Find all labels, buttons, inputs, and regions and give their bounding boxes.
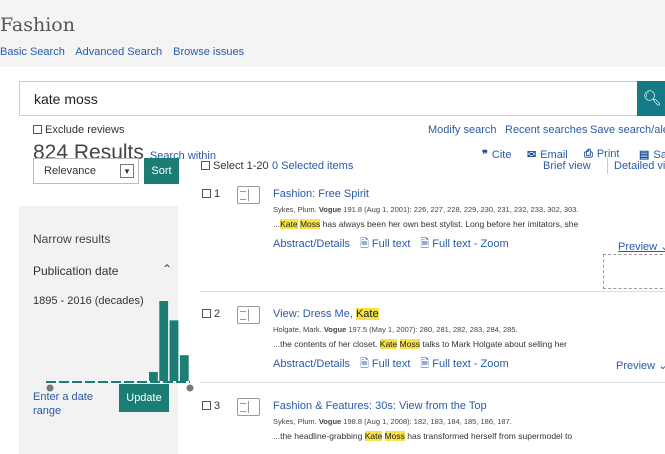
search-box[interactable]: kate moss 🔍︎ <box>19 81 665 116</box>
full-text-zoom-link[interactable]: Full text - Zoom <box>432 238 508 250</box>
result-number: 2 <box>202 308 220 320</box>
full-text-link[interactable]: Full text <box>372 238 411 250</box>
result-links: Abstract/Details 🗎︎ Full text 🗎︎ Full text -… <box>273 235 509 254</box>
preview-button[interactable]: Preview ⌄ <box>616 359 665 372</box>
result-snippet: ...the contents of her closet. Kate Moss… <box>273 339 567 349</box>
preview-button[interactable]: Preview ⌄ <box>618 240 665 253</box>
enter-date-range-link[interactable]: Enter a date range <box>33 390 103 418</box>
abstract-details-link[interactable]: Abstract/Details <box>273 238 350 250</box>
cite-label: Cite <box>491 149 512 161</box>
chevron-down-icon: ⌄ <box>660 241 665 253</box>
result-divider <box>200 291 665 292</box>
nav-browse-issues[interactable]: Browse issues <box>173 46 244 58</box>
date-histogram[interactable] <box>44 300 194 395</box>
search-icon: 🔍︎ <box>642 90 662 107</box>
envelope-icon: ✉ <box>527 149 537 161</box>
nav-basic-search[interactable]: Basic Search <box>0 46 65 58</box>
result-citation: Sykes, Plum. Vogue 191.8 (Aug 1, 2001): … <box>273 205 579 214</box>
abstract-details-link[interactable]: Abstract/Details <box>273 358 350 370</box>
histogram-bar <box>169 320 179 381</box>
sort-button[interactable]: Sort <box>144 158 179 184</box>
range-handle-end[interactable] <box>186 384 194 392</box>
modify-search-link[interactable]: Modify search <box>428 124 496 136</box>
result-checkbox[interactable] <box>202 189 211 198</box>
histogram-bar <box>179 355 189 381</box>
result-title[interactable]: Fashion: Free Spirit <box>273 188 369 200</box>
result-divider <box>200 382 665 383</box>
document-icon <box>237 306 260 324</box>
full-text-icon: 🗎︎ <box>360 358 369 370</box>
result-title[interactable]: View: Dress Me, Kate <box>273 308 379 320</box>
result-number: 3 <box>202 400 220 412</box>
view-divider <box>607 158 608 174</box>
search-input[interactable]: kate moss <box>34 91 98 107</box>
recent-searches-link[interactable]: Recent searches <box>505 124 588 136</box>
top-nav: Basic Search Advanced Search Browse issu… <box>0 46 252 58</box>
result-snippet: ...Kate Moss has always been her own bes… <box>273 219 579 229</box>
result-checkbox[interactable] <box>202 309 211 318</box>
nav-advanced-search[interactable]: Advanced Search <box>75 46 162 58</box>
histogram-bar <box>159 301 169 381</box>
result-number-label: 1 <box>214 188 221 200</box>
update-button[interactable]: Update <box>119 384 169 412</box>
focus-outline <box>603 254 665 289</box>
result-citation: Holgate, Mark. Vogue 197.5 (May 1, 2007)… <box>273 325 518 334</box>
select-all[interactable]: Select 1-20 <box>201 160 269 172</box>
selected-items-link[interactable]: 0 Selected items <box>272 160 353 172</box>
chevron-down-icon: ⌄ <box>658 360 665 372</box>
exclude-reviews-label: Exclude reviews <box>45 124 125 136</box>
full-text-link[interactable]: Full text <box>372 358 411 370</box>
full-text-zoom-icon: 🗎︎ <box>420 358 430 370</box>
chevron-down-icon: ▼ <box>120 164 134 178</box>
result-checkbox[interactable] <box>202 401 211 410</box>
chevron-up-icon[interactable]: ⌃ <box>162 262 172 276</box>
histogram-bar <box>149 371 158 381</box>
publication-date-facet[interactable]: Publication date <box>33 264 118 278</box>
full-text-zoom-link[interactable]: Full text - Zoom <box>432 358 508 370</box>
search-button[interactable]: 🔍︎ <box>637 81 665 116</box>
result-number-label: 3 <box>214 400 221 412</box>
full-text-zoom-icon: 🗎︎ <box>420 238 430 250</box>
result-links: Abstract/Details 🗎︎ Full text 🗎︎ Full text -… <box>273 355 509 374</box>
database-title: Fashion <box>0 14 75 36</box>
cite-button[interactable]: ❞ Cite <box>482 148 511 161</box>
select-all-label: Select 1-20 <box>213 160 269 172</box>
result-number: 1 <box>202 188 220 200</box>
result-snippet: ...the headline-grabbing Kate Moss has t… <box>273 431 573 441</box>
result-citation: Sykes, Plum. Vogue 198.8 (Aug 1, 2008): … <box>273 417 512 426</box>
sort-select-value: Relevance <box>44 165 96 177</box>
save-search-link[interactable]: Save search/alert <box>590 124 665 136</box>
full-text-icon: 🗎︎ <box>360 238 369 250</box>
select-all-checkbox[interactable] <box>201 161 210 170</box>
exclude-reviews[interactable]: Exclude reviews <box>33 124 124 136</box>
header-bar: Fashion Basic Search Advanced Search Bro… <box>0 0 665 67</box>
quote-icon: ❞ <box>482 149 488 161</box>
document-icon <box>237 398 260 416</box>
detailed-view-link[interactable]: Detailed vi <box>614 160 665 172</box>
sort-select[interactable]: Relevance ▼ <box>33 158 139 184</box>
result-title[interactable]: Fashion & Features: 30s: View from the T… <box>273 400 487 412</box>
exclude-reviews-checkbox[interactable] <box>33 125 42 134</box>
result-number-label: 2 <box>214 308 221 320</box>
document-icon <box>237 186 260 204</box>
narrow-results-heading: Narrow results <box>33 232 111 246</box>
print-label: Print <box>596 148 620 160</box>
brief-view-link[interactable]: Brief view <box>543 160 591 172</box>
printer-icon: ⎙ <box>584 148 593 160</box>
